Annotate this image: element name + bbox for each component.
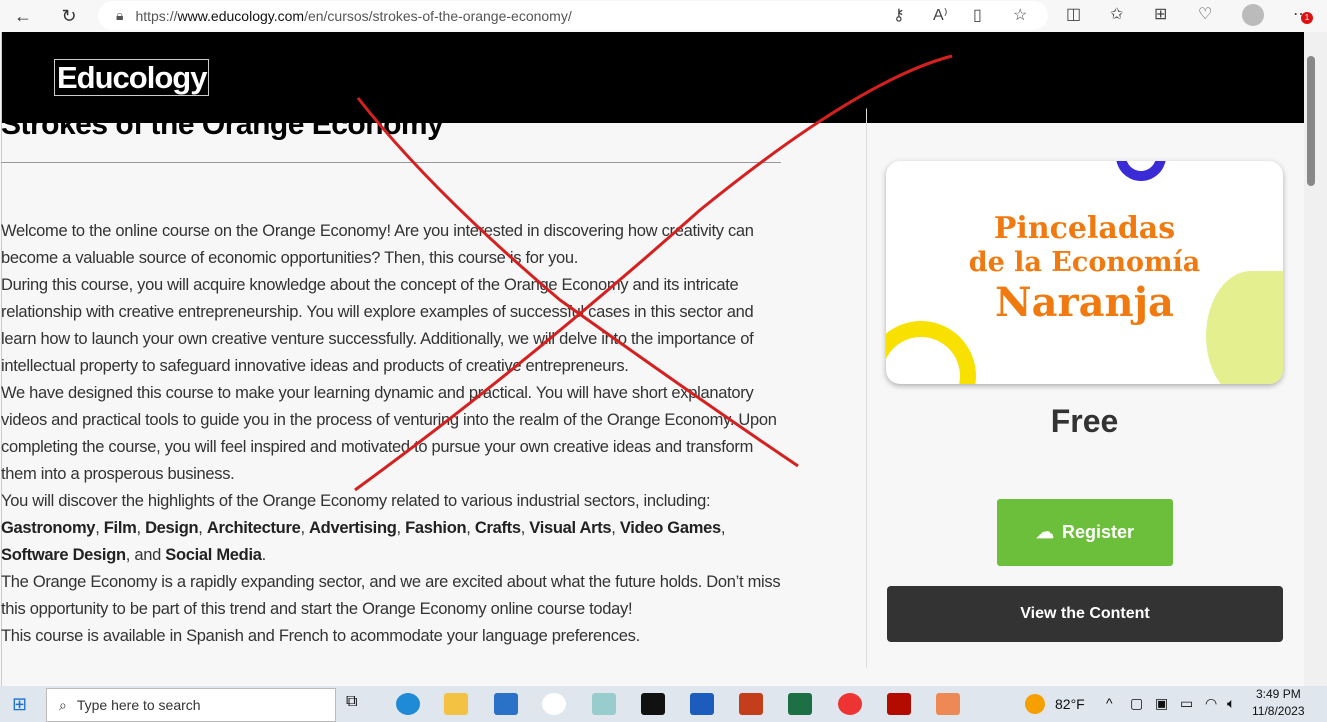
clock-date[interactable]: 11/8/2023 (1252, 704, 1305, 718)
browser-essentials-icon[interactable]: ♡ (1198, 4, 1212, 24)
site-logo[interactable]: Educology (54, 59, 210, 96)
favorite-star-icon[interactable]: ☆ (1013, 5, 1027, 25)
file-explorer-icon[interactable] (444, 693, 468, 715)
sector-name: Social Media (165, 546, 262, 564)
browser-toolbar: ← ↻ 🔒︎ https://www.educology.com/en/curs… (0, 0, 1327, 32)
chrome-icon[interactable] (838, 693, 862, 715)
weather-sun-icon[interactable] (1025, 694, 1045, 714)
and-text: , and (125, 546, 166, 564)
taskbar: ⊞ ⌕ Type here to search ⧉ 82°F ^ ▢ ▣ ▭ ◠ … (0, 686, 1327, 722)
weather-temp[interactable]: 82°F (1055, 696, 1085, 712)
camera-icon[interactable]: ▢ (1130, 695, 1143, 712)
address-bar[interactable]: 🔒︎ https://www.educology.com/en/cursos/s… (98, 1, 1048, 30)
sector-name: Film (103, 519, 137, 537)
sectors-list: Gastronomy, Film, Design, Architecture, … (1, 519, 726, 564)
word-icon[interactable] (690, 693, 714, 715)
clock-time[interactable]: 3:49 PM (1256, 687, 1301, 701)
cloud-upload-icon: ☁ (1035, 522, 1054, 542)
key-icon[interactable]: ⚷ (893, 5, 905, 25)
mail-icon[interactable] (494, 693, 518, 715)
course-thumbnail[interactable]: Pinceladas de la Economía Naranja (886, 161, 1283, 384)
snipping-tool-icon[interactable] (936, 693, 960, 715)
split-screen-icon[interactable]: ◫ (1066, 4, 1081, 24)
title-divider (1, 162, 781, 163)
app-icon[interactable] (641, 693, 665, 715)
paragraph: The Orange Economy is a rapidly expandin… (1, 573, 781, 618)
sector-name: Gastronomy (1, 519, 96, 537)
sector-name: Visual Arts (529, 519, 612, 537)
taskbar-search[interactable]: ⌕ Type here to search (46, 688, 336, 722)
task-view-icon[interactable]: ⧉ (346, 693, 370, 715)
refresh-button[interactable]: ↻ (56, 3, 82, 29)
read-aloud-icon[interactable]: A⁾ (933, 5, 948, 25)
lock-icon: 🔒︎ (116, 7, 124, 23)
profile-avatar[interactable] (1242, 4, 1264, 26)
search-icon: ⌕ (59, 696, 67, 713)
view-content-button[interactable]: View the Content (887, 586, 1283, 642)
network-status-icon[interactable]: ▣ (1155, 695, 1168, 712)
paragraph: You will discover the highlights of the … (1, 492, 711, 510)
paragraph: During this course, you will acquire kno… (1, 276, 754, 375)
acrobat-icon[interactable] (887, 693, 911, 715)
update-badge: 1 (1301, 12, 1313, 24)
edge-icon[interactable] (396, 693, 420, 715)
battery-icon[interactable]: ▭ (1180, 695, 1193, 712)
tray-chevron-icon[interactable]: ^ (1106, 695, 1113, 711)
favorites-icon[interactable]: ✩ (1110, 4, 1123, 24)
sector-name: Crafts (474, 519, 521, 537)
powerpoint-icon[interactable] (739, 693, 763, 715)
app-icon[interactable] (542, 693, 566, 715)
collections-icon[interactable]: ⊞ (1154, 4, 1167, 24)
sector-name: Software Design (1, 546, 126, 564)
sector-name: Video Games (619, 519, 721, 537)
paragraph: This course is available in Spanish and … (1, 627, 640, 645)
back-button[interactable]: ← (10, 3, 36, 29)
scrollbar-thumb[interactable] (1307, 56, 1315, 186)
paragraph: We have designed this course to make you… (1, 384, 777, 483)
immersive-reader-icon[interactable]: ▯ (973, 5, 982, 25)
decor-shape (1116, 161, 1166, 181)
wifi-icon[interactable]: ◠ (1205, 695, 1217, 712)
volume-icon[interactable]: 🔈︎ (1227, 695, 1235, 712)
sector-name: Advertising (309, 519, 397, 537)
sector-name: Design (145, 519, 199, 537)
paragraph: Welcome to the online course on the Oran… (1, 222, 754, 267)
course-description: Welcome to the online course on the Oran… (1, 218, 791, 650)
sector-name: Architecture (206, 519, 301, 537)
decor-shape (886, 321, 976, 384)
course-price: Free (1050, 403, 1119, 439)
page-title: Strokes of the Orange Economy (1, 108, 444, 141)
register-button[interactable]: ☁ Register (997, 499, 1173, 566)
windows-start-icon[interactable]: ⊞ (12, 694, 27, 715)
app-icon[interactable] (592, 693, 616, 715)
excel-icon[interactable] (788, 693, 812, 715)
sector-name: Fashion (405, 519, 467, 537)
